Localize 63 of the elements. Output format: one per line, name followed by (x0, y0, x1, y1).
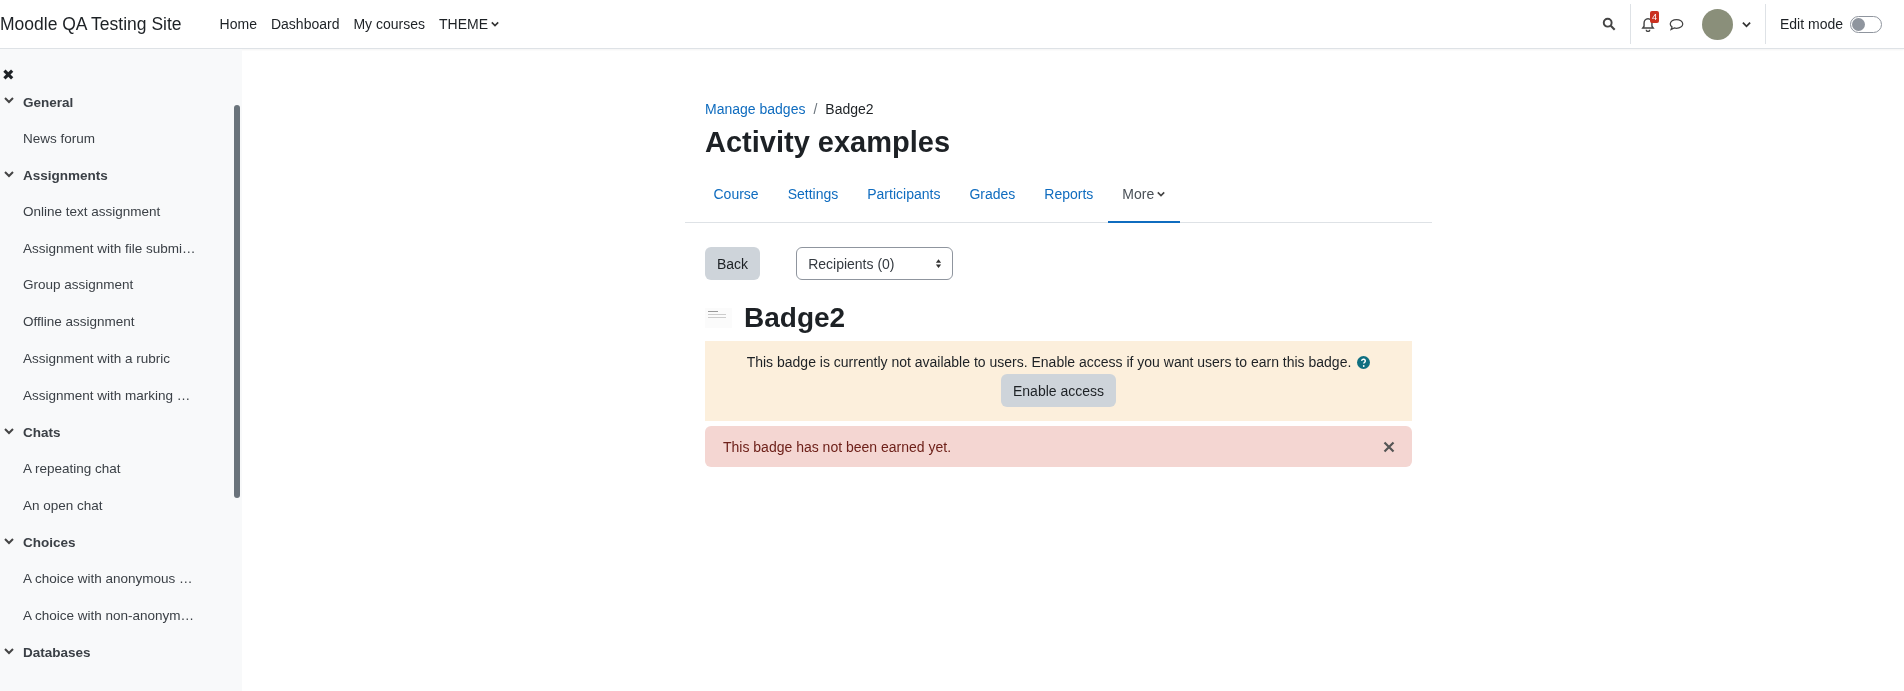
section-title[interactable]: Choices (23, 535, 76, 551)
section-heading[interactable]: Choices (0, 524, 242, 561)
activity-link[interactable]: Assignment with a rubric (0, 340, 242, 378)
page-title: Activity examples (705, 126, 951, 159)
section-title[interactable]: Chats (23, 425, 61, 441)
chevron-icon[interactable] (4, 168, 14, 179)
recipients-select[interactable]: Recipients (0) (796, 247, 954, 280)
back-button[interactable]: Back (705, 247, 761, 280)
site-name[interactable]: Moodle QA Testing Site (0, 13, 182, 35)
alert-text: This badge has not been earned yet. (723, 438, 952, 455)
activity-link[interactable]: A repeating chat (0, 450, 242, 488)
nav-dropdown[interactable]: THEME (432, 16, 507, 32)
close-icon[interactable]: ✖ (2, 66, 15, 84)
activity-link[interactable]: A choice with anonymous … (0, 560, 242, 598)
section-title[interactable]: General (23, 94, 74, 110)
sort-arrows-icon (935, 258, 943, 269)
section-heading[interactable]: Chats (0, 414, 242, 451)
close-icon[interactable] (1383, 440, 1395, 453)
user-avatar[interactable] (1701, 8, 1733, 40)
section-heading[interactable]: General (0, 84, 242, 121)
breadcrumb-current: Badge2 (825, 101, 874, 117)
section-title[interactable]: Databases (23, 645, 91, 661)
section-title[interactable]: Assignments (23, 168, 108, 184)
breadcrumb-separator: / (813, 101, 818, 117)
caret-icon (1157, 190, 1166, 198)
activity-link[interactable]: Online text assignment (0, 194, 242, 231)
chevron-icon[interactable] (4, 645, 14, 656)
badge-title: Badge2 (744, 302, 846, 334)
speech-bubble-icon[interactable] (1668, 17, 1684, 31)
activity-link[interactable]: News forum (0, 120, 242, 158)
enable-access-button[interactable]: Enable access (1000, 374, 1117, 407)
help-icon[interactable] (1357, 355, 1371, 369)
tab[interactable]: Participants (852, 167, 955, 223)
bell-icon[interactable] (1640, 16, 1655, 32)
badge-image (705, 308, 732, 328)
activity-link[interactable]: A choice with non-anonym… (0, 597, 242, 635)
scrollbar-thumb[interactable] (234, 105, 240, 498)
edit-mode-label: Edit mode (1779, 16, 1843, 32)
warning-text: This badge is currently not available to users. Enable access if you want users to earn this badge. (746, 354, 1352, 370)
chevron-icon[interactable] (4, 535, 14, 546)
caret-icon (491, 20, 500, 28)
section-heading[interactable]: Assignments (0, 157, 242, 195)
tab[interactable]: More (1107, 167, 1180, 223)
activity-link[interactable]: An open chat (0, 487, 242, 525)
chevron-icon[interactable] (4, 95, 14, 106)
notification-count: 4 (1649, 10, 1659, 23)
tab[interactable]: Settings (773, 167, 853, 223)
edit-mode-toggle[interactable] (1850, 15, 1882, 33)
tab[interactable]: Grades (954, 167, 1030, 223)
activity-link[interactable]: Group assignment (0, 267, 242, 305)
nav-link[interactable]: Home (212, 16, 264, 32)
breadcrumb-link[interactable]: Manage badges (705, 101, 806, 117)
caret-icon[interactable] (1741, 19, 1751, 29)
search-icon[interactable] (1601, 17, 1616, 31)
section-heading[interactable]: Databases (0, 634, 242, 671)
activity-link[interactable]: Assignment with file submi… (0, 230, 242, 268)
chevron-icon[interactable] (4, 425, 14, 436)
activity-link[interactable]: Assignment with marking … (0, 377, 242, 415)
nav-link[interactable]: Dashboard (263, 16, 347, 32)
tab[interactable]: Course (699, 167, 774, 223)
tab[interactable]: Reports (1029, 167, 1108, 223)
activity-link[interactable]: Offline assignment (0, 304, 242, 341)
nav-link[interactable]: My courses (346, 16, 433, 32)
